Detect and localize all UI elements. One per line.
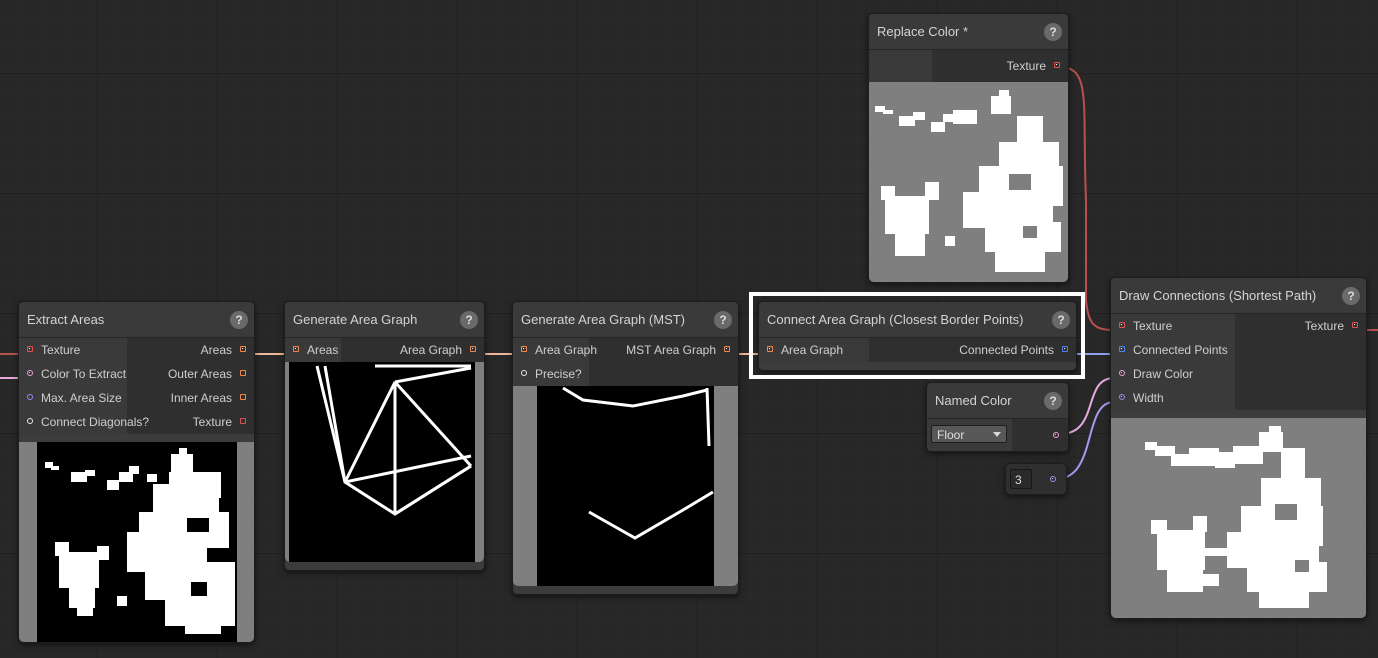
- int-output-port-icon[interactable]: [1050, 476, 1056, 482]
- port-label: MST Area Graph: [626, 343, 716, 357]
- preview-image: [537, 386, 714, 586]
- input-port-texture[interactable]: Texture: [1111, 314, 1235, 338]
- output-port-texture[interactable]: Texture: [127, 410, 254, 434]
- texture-port-icon[interactable]: [1054, 62, 1060, 68]
- extract-areas-node[interactable]: Extract Areas ? Texture Color To Extract…: [18, 301, 255, 643]
- selection-highlight: [749, 292, 1085, 379]
- areas-port-icon[interactable]: [240, 394, 246, 400]
- areas-port-icon[interactable]: [240, 346, 246, 352]
- node-title-text: Replace Color *: [877, 24, 969, 39]
- output-port-outer-areas[interactable]: Outer Areas: [127, 362, 254, 386]
- help-icon[interactable]: ?: [714, 311, 732, 329]
- replace-color-preview: [869, 82, 1068, 282]
- area-graph-port-icon[interactable]: [724, 346, 730, 352]
- output-port-inner-areas[interactable]: Inner Areas: [127, 386, 254, 410]
- input-port-precise[interactable]: Precise?: [513, 362, 589, 386]
- caret-down-icon: [993, 432, 1001, 437]
- input-port-max-area-size[interactable]: Max. Area Size: [19, 386, 127, 410]
- areas-port-icon[interactable]: [293, 346, 299, 352]
- generate-area-graph-mst-preview: [513, 386, 738, 586]
- texture-port-icon[interactable]: [240, 418, 246, 424]
- bool-port-icon[interactable]: [27, 418, 33, 424]
- draw-connections-preview: [1111, 418, 1366, 618]
- input-port-connected-points[interactable]: Connected Points: [1111, 338, 1235, 362]
- preview-image: [37, 442, 237, 642]
- texture-port-icon[interactable]: [1119, 322, 1125, 328]
- help-icon[interactable]: ?: [230, 311, 248, 329]
- input-port-texture[interactable]: Texture: [19, 338, 127, 362]
- port-label: Areas: [307, 343, 339, 357]
- node-title-text: Extract Areas: [27, 312, 105, 327]
- extract-areas-title[interactable]: Extract Areas ?: [19, 302, 254, 338]
- area-graph-port-icon[interactable]: [470, 346, 476, 352]
- port-label: Precise?: [535, 367, 582, 381]
- preview-image: [1145, 426, 1327, 608]
- int-port-icon[interactable]: [1119, 394, 1125, 400]
- help-icon[interactable]: ?: [460, 311, 478, 329]
- int-port-icon[interactable]: [27, 394, 33, 400]
- color-output-port-icon[interactable]: [1053, 432, 1059, 438]
- input-port-width[interactable]: Width: [1111, 386, 1235, 410]
- dropdown-value: Floor: [937, 428, 965, 442]
- port-label: Texture: [1133, 319, 1173, 333]
- texture-port-icon[interactable]: [27, 346, 33, 352]
- node-title-text: Generate Area Graph: [293, 312, 418, 327]
- output-port-area-graph[interactable]: Area Graph: [341, 338, 484, 362]
- width-value-field[interactable]: 3: [1010, 469, 1032, 489]
- generate-area-graph-node[interactable]: Generate Area Graph ? Areas Area Graph: [284, 301, 485, 571]
- generate-area-graph-mst-node[interactable]: Generate Area Graph (MST) ? Area Graph P…: [512, 301, 739, 595]
- input-port-draw-color[interactable]: Draw Color: [1111, 362, 1235, 386]
- points-port-icon[interactable]: [1119, 346, 1125, 352]
- port-label: Areas: [200, 343, 232, 357]
- node-title-text: Generate Area Graph (MST): [521, 312, 686, 327]
- port-label: Texture: [41, 343, 81, 357]
- output-port-texture[interactable]: Texture: [932, 50, 1068, 82]
- input-port-color-to-extract[interactable]: Color To Extract: [19, 362, 127, 386]
- port-label: Texture: [192, 415, 232, 429]
- bool-port-icon[interactable]: [521, 370, 527, 376]
- area-graph-port-icon[interactable]: [521, 346, 527, 352]
- output-port-areas[interactable]: Areas: [127, 338, 254, 362]
- node-title-text: Named Color: [935, 393, 1012, 408]
- port-label: Width: [1133, 391, 1164, 405]
- generate-area-graph-mst-title[interactable]: Generate Area Graph (MST) ?: [513, 302, 738, 338]
- port-label: Color To Extract: [41, 367, 127, 381]
- help-icon[interactable]: ?: [1044, 23, 1062, 41]
- node-title-text: Draw Connections (Shortest Path): [1119, 288, 1317, 303]
- port-label: Outer Areas: [167, 367, 232, 381]
- preview-image: [289, 362, 475, 562]
- preview-image: [875, 90, 1063, 272]
- port-label: Texture: [1006, 59, 1046, 73]
- named-color-title[interactable]: Named Color ?: [927, 383, 1068, 419]
- named-color-dropdown[interactable]: Floor: [931, 425, 1007, 443]
- replace-color-node[interactable]: Replace Color * ? Texture: [868, 13, 1069, 283]
- texture-port-icon[interactable]: [1352, 322, 1358, 328]
- generate-area-graph-title[interactable]: Generate Area Graph ?: [285, 302, 484, 338]
- draw-connections-node[interactable]: Draw Connections (Shortest Path) ? Textu…: [1110, 277, 1367, 619]
- output-port-mst-area-graph[interactable]: MST Area Graph: [589, 338, 738, 362]
- help-icon[interactable]: ?: [1342, 287, 1360, 305]
- port-label: Max. Area Size: [41, 391, 122, 405]
- draw-connections-title[interactable]: Draw Connections (Shortest Path) ?: [1111, 278, 1366, 314]
- replace-color-title[interactable]: Replace Color * ?: [869, 14, 1068, 50]
- color-port-icon[interactable]: [27, 370, 33, 376]
- port-label: Area Graph: [535, 343, 598, 357]
- port-label: Texture: [1304, 319, 1344, 333]
- color-port-icon[interactable]: [1119, 370, 1125, 376]
- port-label: Area Graph: [399, 343, 462, 357]
- port-label: Inner Areas: [170, 391, 232, 405]
- named-color-node[interactable]: Named Color ? Floor: [926, 382, 1069, 452]
- input-port-connect-diagonals[interactable]: Connect Diagonals?: [19, 410, 149, 434]
- areas-port-icon[interactable]: [240, 370, 246, 376]
- port-label: Connected Points: [1133, 343, 1228, 357]
- input-port-areas[interactable]: Areas: [285, 338, 341, 362]
- generate-area-graph-preview: [285, 362, 484, 562]
- help-icon[interactable]: ?: [1044, 392, 1062, 410]
- port-label: Draw Color: [1133, 367, 1194, 381]
- extract-areas-preview: [19, 442, 254, 642]
- field-value: 3: [1015, 473, 1022, 487]
- width-value-node[interactable]: 3: [1005, 463, 1067, 495]
- input-port-area-graph[interactable]: Area Graph: [513, 338, 597, 362]
- output-port-texture[interactable]: Texture: [1235, 314, 1366, 338]
